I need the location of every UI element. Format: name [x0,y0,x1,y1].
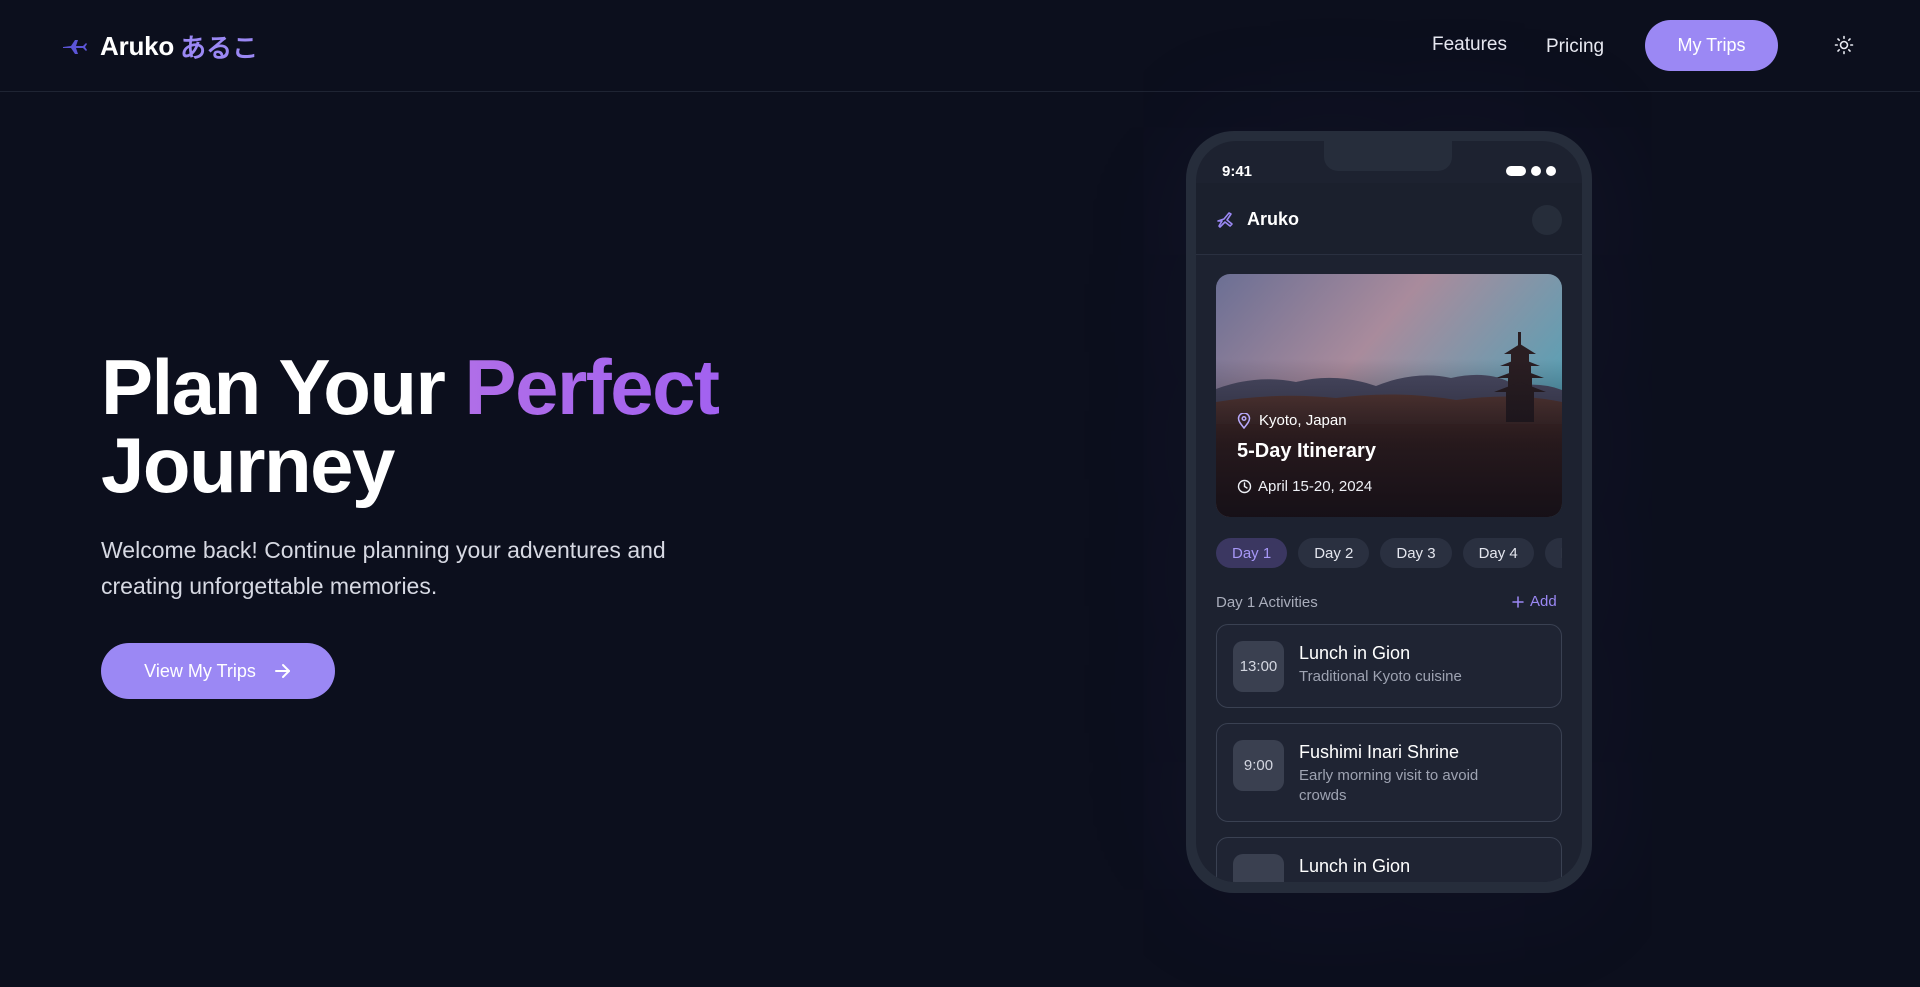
activity-time: 9:00 [1233,740,1284,791]
map-pin-icon [1237,412,1251,429]
hero-title-accent: Perfect [464,343,720,431]
arrow-right-icon [274,663,292,679]
tab-day-3[interactable]: Day 3 [1380,538,1452,568]
activity-title: Lunch in Gion [1299,856,1411,876]
tab-day-5[interactable]: Day 5 [1544,538,1562,568]
activity-description: Early morning visit to avoid crowds [1299,767,1479,804]
app-title: Aruko [1247,209,1300,229]
activity-card[interactable]: 9:00 Fushimi Inari Shrine Early morning … [1216,723,1562,822]
hero-title: Plan Your Perfect Journey [101,348,861,504]
status-icons [1506,166,1556,176]
trip-dates: April 15-20, 2024 [1237,478,1372,495]
app-bar: Aruko [1196,183,1582,255]
phone-notch [1324,141,1452,171]
phone-mockup: 9:41 Aruko Kyoto, Japan 5-Day Itinerary … [1186,131,1592,893]
tab-day-1[interactable]: Day 1 [1216,538,1288,568]
activity-time: 13:00 [1233,641,1284,692]
nav-pricing-link[interactable]: Pricing [1546,36,1604,58]
day-tabs: Day 1 Day 2 Day 3 Day 4 Day 5 [1216,538,1562,570]
brand-logo[interactable]: Aruko あるこ [62,28,258,65]
plus-icon [1512,595,1524,608]
signal-icon [1546,166,1556,176]
nav-features-link[interactable]: Features [1432,34,1507,56]
hero-title-part1: Plan Your [101,343,465,431]
trip-location: Kyoto, Japan [1237,412,1347,429]
my-trips-button[interactable]: My Trips [1645,20,1778,71]
add-activity-button[interactable]: Add [1512,593,1557,610]
hero-title-part2: Journey [101,421,395,509]
clock-icon [1237,479,1252,494]
battery-icon [1506,166,1526,176]
theme-toggle-button[interactable] [1832,33,1856,57]
trip-dates-text: April 15-20, 2024 [1258,478,1373,495]
brand-kana: あるこ [180,33,259,63]
plane-icon [1216,210,1236,235]
view-my-trips-button[interactable]: View My Trips [101,643,335,699]
add-activity-label: Add [1530,593,1557,610]
activity-title: Fushimi Inari Shrine [1299,742,1460,762]
status-time: 9:41 [1222,163,1253,180]
site-header: Aruko あるこ Features Pricing My Trips [0,0,1920,92]
phone-screen: 9:41 Aruko Kyoto, Japan 5-Day Itinerary … [1196,141,1582,882]
tab-day-2[interactable]: Day 2 [1298,538,1370,568]
activity-card[interactable]: Lunch in Gion [1216,837,1562,882]
view-my-trips-label: View My Trips [144,660,256,681]
trip-card[interactable]: Kyoto, Japan 5-Day Itinerary April 15-20… [1216,274,1562,517]
wifi-icon [1531,166,1541,176]
tab-day-4[interactable]: Day 4 [1462,538,1534,568]
hero-subtitle: Welcome back! Continue planning your adv… [101,537,666,599]
trip-location-text: Kyoto, Japan [1259,412,1347,429]
activity-description: Traditional Kyoto cuisine [1299,668,1462,685]
activities-heading: Day 1 Activities [1216,594,1318,611]
brand-name: Aruko [100,31,175,61]
trip-title: 5-Day Itinerary [1237,440,1376,462]
plane-icon [62,34,88,60]
activity-time [1233,854,1284,882]
activity-title: Lunch in Gion [1299,643,1411,663]
activity-card[interactable]: 13:00 Lunch in Gion Traditional Kyoto cu… [1216,624,1562,708]
sun-icon [1834,35,1854,55]
avatar[interactable] [1532,205,1562,235]
